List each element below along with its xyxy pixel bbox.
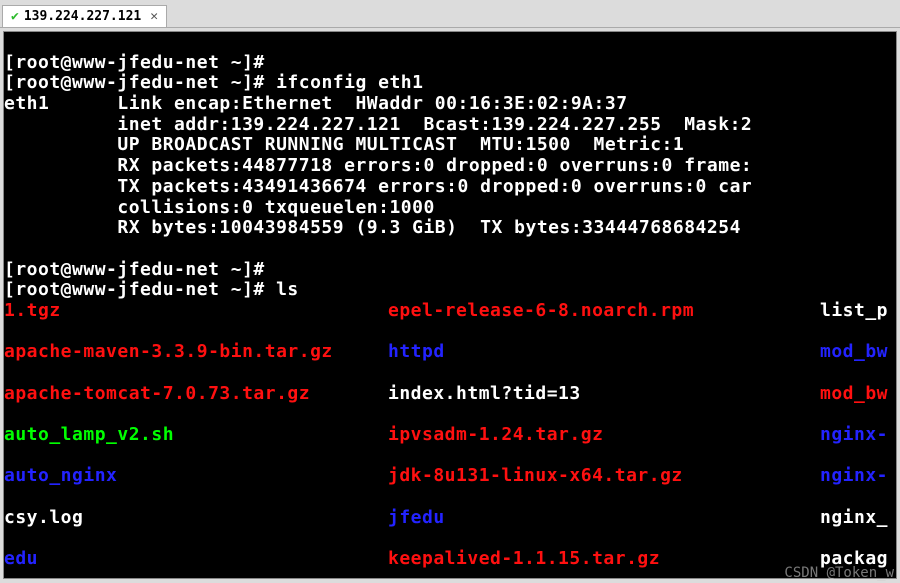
prompt: [root@www-jfedu-net ~]# — [4, 279, 276, 300]
prompt: [root@www-jfedu-net ~]# — [4, 52, 276, 73]
dir: nginx- — [820, 466, 896, 487]
check-icon: ✔ — [11, 9, 19, 24]
ifconfig-line: UP BROADCAST RUNNING MULTICAST MTU:1500 … — [4, 134, 684, 155]
ls-row: auto_lamp_v2.shipvsadm-1.24.tar.gznginx- — [4, 425, 896, 446]
dir: mod_bw — [820, 342, 896, 363]
file: apache-tomcat-7.0.73.tar.gz — [4, 384, 388, 405]
exec: auto_lamp_v2.sh — [4, 425, 388, 446]
ls-row: auto_nginxjdk-8u131-linux-x64.tar.gzngin… — [4, 466, 896, 487]
file: index.html?tid=13 — [388, 384, 820, 405]
file: apache-maven-3.3.9-bin.tar.gz — [4, 342, 388, 363]
prompt: [root@www-jfedu-net ~]# — [4, 259, 276, 280]
file: 1.tgz — [4, 301, 388, 322]
tab-title: 139.224.227.121 — [24, 9, 141, 24]
close-icon[interactable]: ✕ — [150, 9, 158, 24]
ls-row: edukeepalived-1.1.15.tar.gzpackag — [4, 549, 896, 570]
ls-row: csy.logjfedunginx_ — [4, 508, 896, 529]
ifconfig-line: RX bytes:10043984559 (9.3 GiB) TX bytes:… — [4, 217, 741, 238]
terminal[interactable]: [root@www-jfedu-net ~]# [root@www-jfedu-… — [3, 31, 897, 579]
ifconfig-line: inet addr:139.224.227.121 Bcast:139.224.… — [4, 114, 752, 135]
dir: httpd — [388, 342, 820, 363]
cmd: ifconfig eth1 — [276, 72, 423, 93]
file: mod_bw — [820, 384, 896, 405]
file: epel-release-6-8.noarch.rpm — [388, 301, 820, 322]
ifconfig-line: collisions:0 txqueuelen:1000 — [4, 197, 435, 218]
prompt: [root@www-jfedu-net ~]# — [4, 72, 276, 93]
file: csy.log — [4, 508, 388, 529]
file: nginx_ — [820, 508, 896, 529]
cmd: ls — [276, 279, 299, 300]
dir: nginx- — [820, 425, 896, 446]
dir: auto_nginx — [4, 466, 388, 487]
ls-row: 1.tgzepel-release-6-8.noarch.rpmlist_p — [4, 301, 896, 322]
dir: edu — [4, 549, 388, 570]
file: keepalived-1.1.15.tar.gz — [388, 549, 820, 570]
ifconfig-line: eth1 Link encap:Ethernet HWaddr 00:16:3E… — [4, 93, 628, 114]
ifconfig-line: TX packets:43491436674 errors:0 dropped:… — [4, 176, 752, 197]
ls-row: apache-maven-3.3.9-bin.tar.gzhttpdmod_bw — [4, 342, 896, 363]
file: list_p — [820, 301, 896, 322]
file: packag — [820, 549, 896, 570]
file: jdk-8u131-linux-x64.tar.gz — [388, 466, 820, 487]
file: ipvsadm-1.24.tar.gz — [388, 425, 820, 446]
dir: jfedu — [388, 508, 820, 529]
tab-bar: ✔ 139.224.227.121 ✕ — [0, 0, 900, 28]
tab-active[interactable]: ✔ 139.224.227.121 ✕ — [2, 5, 167, 27]
ifconfig-line: RX packets:44877718 errors:0 dropped:0 o… — [4, 155, 752, 176]
ls-row: apache-tomcat-7.0.73.tar.gzindex.html?ti… — [4, 384, 896, 405]
